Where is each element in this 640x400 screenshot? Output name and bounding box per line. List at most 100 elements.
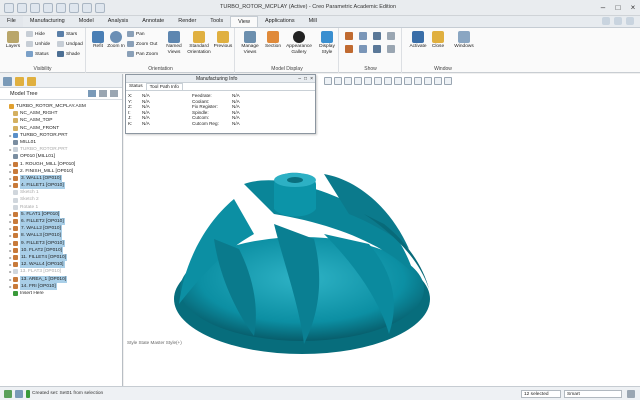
previous-button[interactable]: Previous [212, 31, 234, 50]
favorites-icon[interactable] [27, 77, 36, 86]
tree-row-label: 9. FILLET3 [OP010] [20, 239, 65, 247]
selection-filter[interactable]: Smart [564, 390, 622, 398]
tree-row[interactable]: ▸ 14. FRI [OP010] [0, 282, 122, 290]
tree-row[interactable]: ▸ 6. FILLET2 [OP010] [0, 218, 122, 226]
search-icon[interactable] [614, 17, 622, 25]
section-button[interactable]: Section [262, 31, 284, 50]
tree-row[interactable]: NC_ASM_FRONT [0, 125, 122, 132]
plane-display-icon[interactable] [345, 32, 353, 40]
tree-row[interactable]: ▸ 12. WALL4 [OP010] [0, 261, 122, 269]
tree-row[interactable]: ▸ TURBO_ROTOR.PRT [0, 146, 122, 153]
activate-button[interactable]: Activate [407, 31, 429, 50]
tree-row[interactable]: Insert Here [0, 290, 122, 297]
unhide-button[interactable]: Unhide [26, 41, 50, 47]
regenerate-icon[interactable] [69, 3, 79, 13]
csys-tag-icon[interactable] [387, 45, 395, 53]
nose-bore [287, 177, 303, 183]
tree-row[interactable]: OP010 [MILL01] [0, 153, 122, 160]
title-bar: TURBO_ROTOR_MCPLAY (Active) - Creo Param… [0, 0, 640, 16]
windows-button[interactable]: Windows [453, 31, 475, 50]
tree-row-label: 14. FRI [OP010] [20, 282, 57, 290]
windows-icon[interactable] [82, 3, 92, 13]
close-button[interactable]: Close [427, 31, 449, 50]
pan-zoom-button[interactable]: Pan Zoom [127, 51, 158, 57]
shade-button[interactable]: Shade [57, 51, 80, 57]
minimize-icon[interactable]: – [596, 2, 610, 13]
tab-mill[interactable]: Mill [302, 16, 324, 27]
tree-row[interactable]: MILL01 [0, 139, 122, 146]
settings-icon[interactable] [88, 90, 96, 97]
tab-manufacturing[interactable]: Manufacturing [23, 16, 72, 27]
tab-file[interactable]: File [0, 16, 23, 27]
tab-render[interactable]: Render [171, 16, 203, 27]
point-display-icon[interactable] [373, 32, 381, 40]
collapse-ribbon-icon[interactable] [602, 17, 610, 25]
tab-status[interactable]: Status [126, 83, 146, 90]
model-tree-toggle-icon[interactable] [4, 390, 12, 398]
tree-row[interactable]: ▸ 13. FLAT3 [OP010] [0, 268, 122, 275]
tab-tools[interactable]: Tools [203, 16, 230, 27]
tree-row[interactable]: Sketch 1 [0, 189, 122, 196]
tree-row[interactable]: NC_ASM_RIGHT [0, 110, 122, 117]
tree-row[interactable]: TURBO_ROTOR_MCPLAY.ASM [0, 103, 122, 110]
tree-row[interactable]: ▸ 13. AREA_1 [OP010] [0, 275, 122, 283]
hide-button[interactable]: Hide [26, 31, 45, 37]
dialog-close-icon[interactable]: × [310, 75, 313, 83]
appearance-gallery-button[interactable]: Appearance Gallery [286, 31, 312, 55]
dialog-maximize-icon[interactable]: □ [304, 75, 307, 83]
folder-browser-icon[interactable] [15, 77, 24, 86]
undo-icon[interactable] [43, 3, 53, 13]
open-icon[interactable] [17, 3, 27, 13]
tree-row[interactable]: ▸ 4. FILLET1 [OP010] [0, 182, 122, 190]
tree-row[interactable]: ▸ TURBO_ROTOR.PRT [0, 132, 122, 139]
tree-row[interactable]: ▸ 10. FLAT2 [OP010] [0, 246, 122, 254]
pan-button[interactable]: Pan [127, 31, 145, 37]
dialog-minimize-icon[interactable]: – [298, 75, 301, 83]
tree-row[interactable]: ▸ 8. WALL3 [OP010] [0, 232, 122, 240]
status-button[interactable]: Status [26, 51, 49, 57]
close-icon[interactable]: × [626, 2, 640, 13]
save-icon[interactable] [30, 3, 40, 13]
manage-views-button[interactable]: Manage Views [239, 31, 261, 55]
tree-row[interactable]: NC_ASM_TOP [0, 117, 122, 124]
browser-toggle-icon[interactable] [15, 390, 23, 398]
selection-count[interactable]: 12 selected [521, 390, 561, 398]
undpad-button[interactable]: Undpad [57, 41, 83, 47]
stars-button[interactable]: Stars [57, 31, 77, 37]
point-tag-icon[interactable] [373, 45, 381, 53]
model-tree-tab-icon[interactable] [3, 77, 12, 86]
named-views-button[interactable]: Named Views [163, 31, 185, 55]
tab-analysis[interactable]: Analysis [101, 16, 135, 27]
tab-model[interactable]: Model [72, 16, 101, 27]
axis-tag-icon[interactable] [359, 45, 367, 53]
maximize-icon[interactable]: □ [611, 2, 625, 13]
tab-tool-path-info[interactable]: Tool Path Info [145, 83, 183, 90]
zoom-in-button[interactable]: Zoom In [105, 31, 127, 50]
tree-row[interactable]: ▸ 3. WALL1 [OP010] [0, 174, 122, 183]
tab-annotate[interactable]: Annotate [135, 16, 171, 27]
tree-row[interactable]: Rotate 1 [0, 204, 122, 211]
filter-icon[interactable] [110, 90, 118, 97]
new-icon[interactable] [4, 3, 14, 13]
tree-row[interactable]: ▸ 7. WALL2 [OP010] [0, 225, 122, 233]
layers-button[interactable]: Layers [2, 31, 24, 50]
tab-applications[interactable]: Applications [258, 16, 302, 27]
tree-row[interactable]: ▸ 1. ROUGH_MILL [OP010] [0, 161, 122, 168]
tree-row[interactable]: ▸ 2. FINISH_MILL [OP010] [0, 168, 122, 175]
tree-row[interactable]: Sketch 2 [0, 196, 122, 203]
tree-row[interactable]: ▸ 5. FLAT1 [OP010] [0, 210, 122, 219]
filter-dropdown-icon[interactable] [627, 390, 635, 398]
redo-icon[interactable] [56, 3, 66, 13]
csys-display-icon[interactable] [387, 32, 395, 40]
plane-tag-icon[interactable] [345, 45, 353, 53]
axis-display-icon[interactable] [359, 32, 367, 40]
help-icon[interactable] [626, 17, 634, 25]
close-window-icon[interactable] [95, 3, 105, 13]
tree-row[interactable]: ▸ 9. FILLET3 [OP010] [0, 239, 122, 247]
display-style-button[interactable]: Display Style [316, 31, 338, 55]
tab-view[interactable]: View [230, 16, 258, 27]
zoom-out-button[interactable]: Zoom Out [127, 41, 157, 47]
standard-orientation-button[interactable]: Standard Orientation [186, 31, 212, 55]
show-icon[interactable] [99, 90, 107, 97]
tree-row[interactable]: ▸ 11. FILLET4 [OP010] [0, 253, 122, 262]
